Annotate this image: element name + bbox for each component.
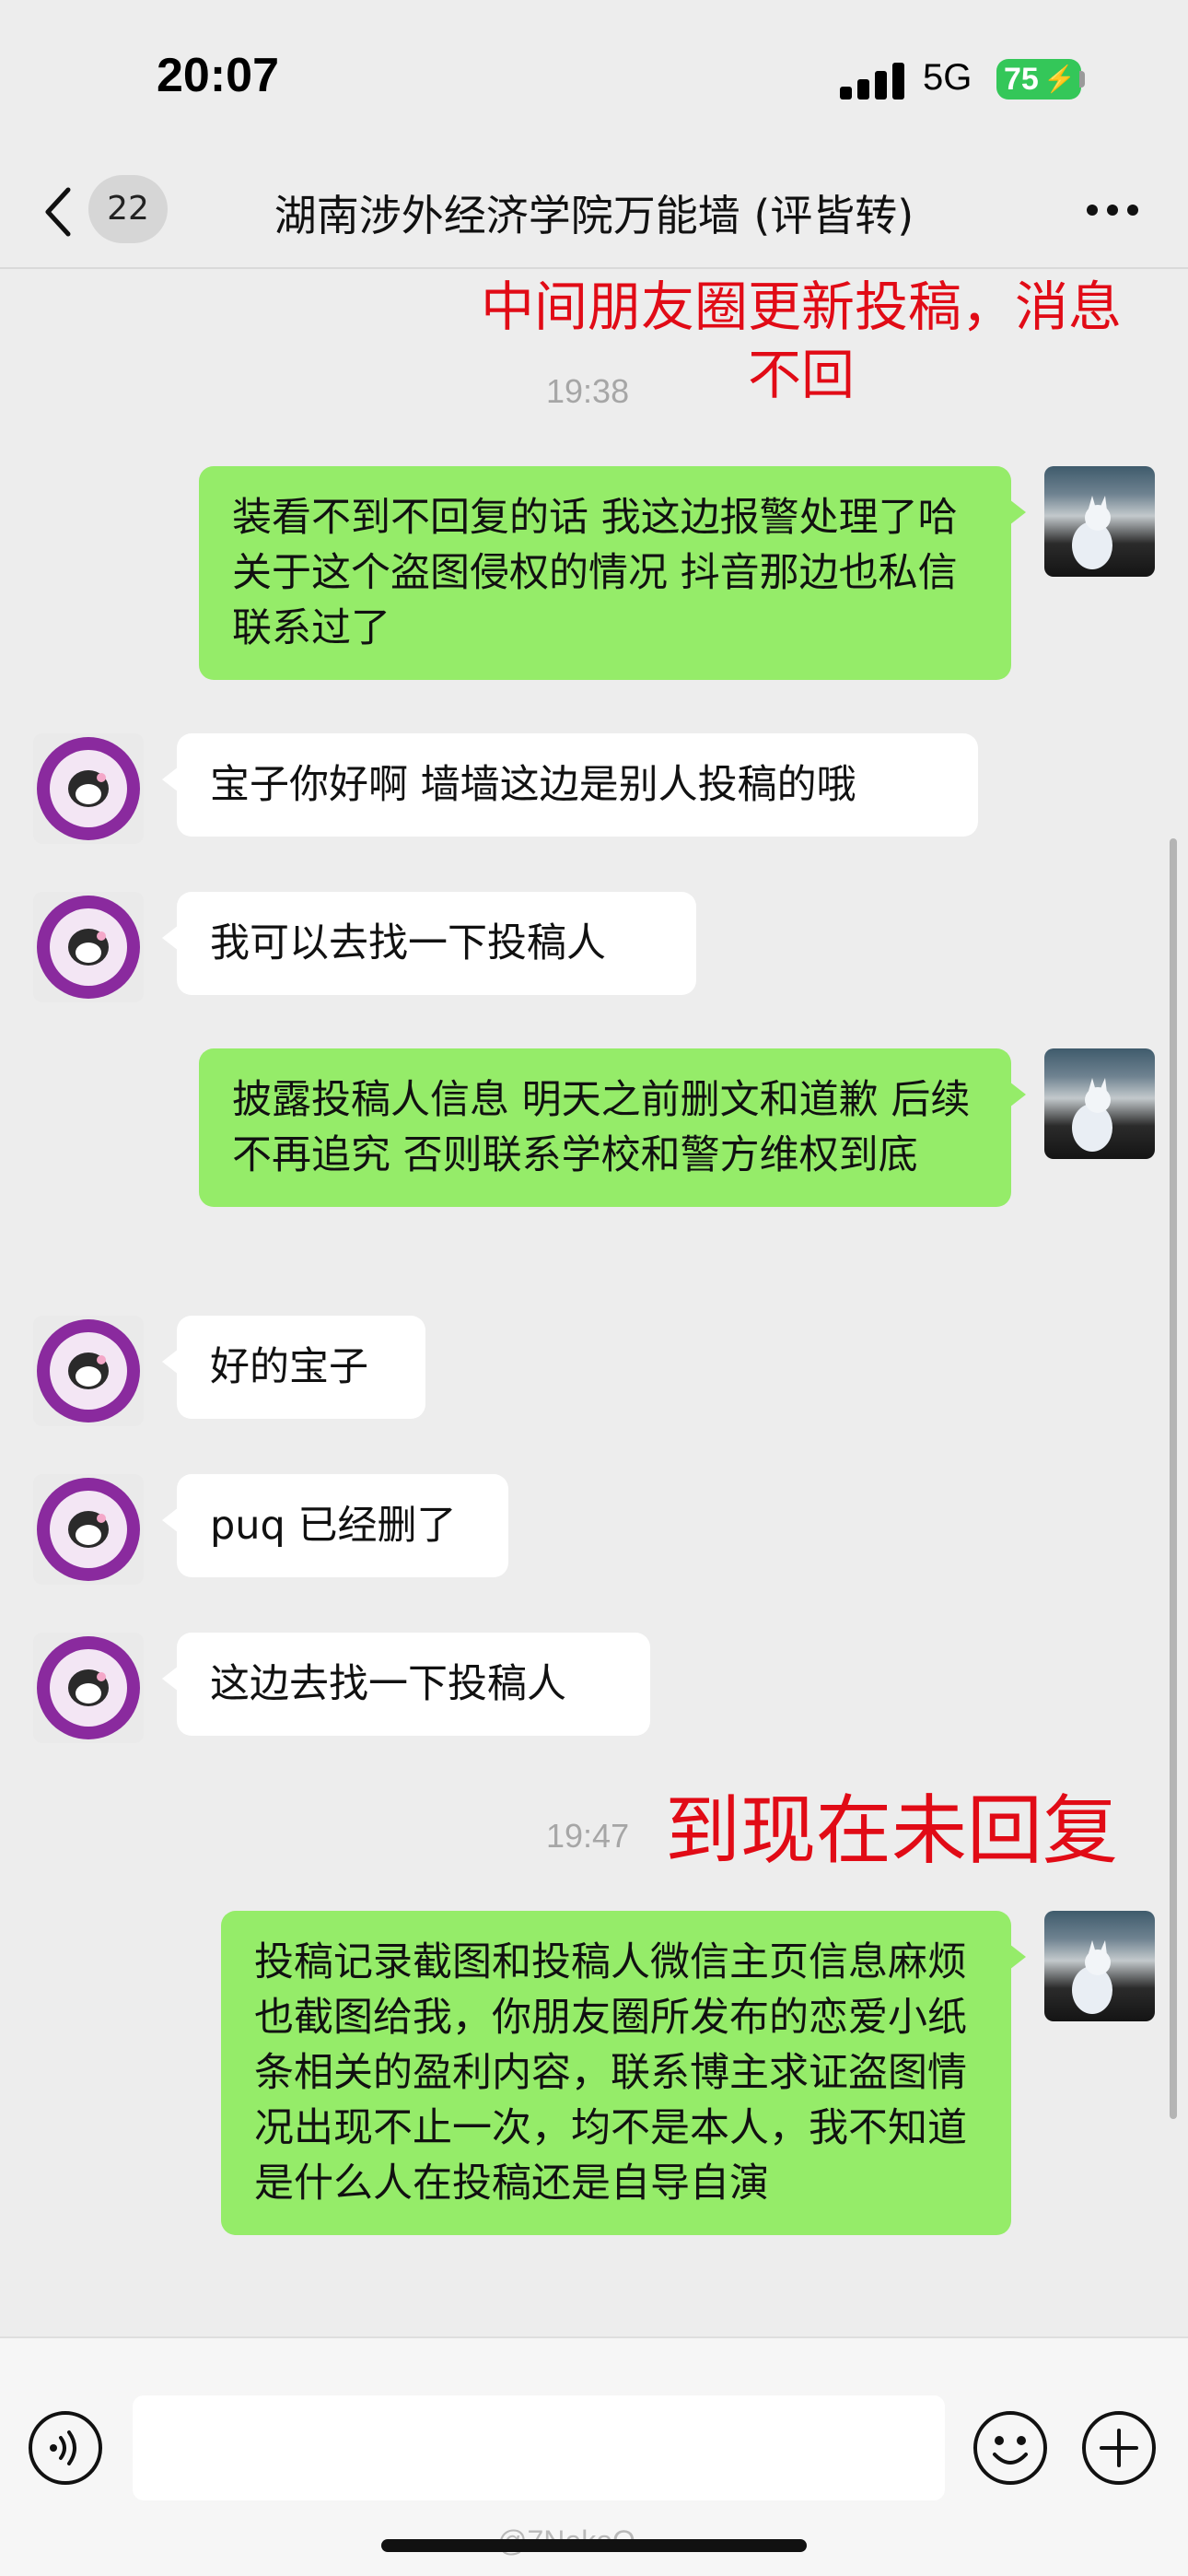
message-bubble-received[interactable]: 宝子你好啊 墙墙这边是别人投稿的哦 — [162, 733, 978, 837]
network-type: 5G — [923, 57, 973, 98]
emoji-icon[interactable] — [973, 2410, 1048, 2486]
message-bubble-received[interactable]: 我可以去找一下投稿人 — [162, 892, 696, 995]
scrollbar[interactable] — [1170, 838, 1177, 2119]
battery-indicator: 75 ⚡ — [996, 59, 1081, 100]
chat-header: 22 湖南涉外经济学院万能墙 (评皆转) — [0, 157, 1188, 269]
message-bubble-received[interactable]: 这边去找一下投稿人 — [162, 1633, 650, 1736]
contact-avatar[interactable] — [33, 1474, 144, 1585]
message-bubble-sent[interactable]: 披露投稿人信息 明天之前删文和道歉 后续不再追究 否则联系学校和警方维权到底 — [199, 1048, 1026, 1207]
message-bubble-received[interactable]: 好的宝子 — [162, 1316, 425, 1419]
message-bubble-received[interactable]: puq 已经删了 — [162, 1474, 508, 1577]
plus-icon[interactable] — [1081, 2410, 1157, 2486]
my-avatar[interactable] — [1044, 466, 1155, 577]
annotation-bottom: 到现在未回复 — [665, 1787, 1119, 1875]
voice-icon[interactable] — [28, 2410, 103, 2486]
more-dots-icon[interactable] — [1087, 205, 1138, 219]
timestamp: 19:38 — [546, 372, 630, 410]
message-bubble-sent[interactable]: 投稿记录截图和投稿人微信主页信息麻烦也截图给我，你朋友圈所发布的恋爱小纸条相关的… — [221, 1911, 1026, 2235]
home-indicator[interactable] — [381, 2539, 807, 2552]
my-avatar[interactable] — [1044, 1048, 1155, 1159]
timestamp: 19:47 — [546, 1817, 630, 1855]
contact-avatar[interactable] — [33, 892, 144, 1002]
battery-level: 75 — [1004, 62, 1039, 97]
status-bar: 20:07 5G 75 ⚡ — [0, 0, 1188, 157]
contact-avatar[interactable] — [33, 733, 144, 844]
signal-icon — [840, 61, 904, 100]
contact-avatar[interactable] — [33, 1316, 144, 1426]
my-avatar[interactable] — [1044, 1911, 1155, 2021]
chat-title: 湖南涉外经济学院万能墙 (评皆转) — [274, 191, 914, 240]
battery-tip — [1079, 71, 1085, 88]
contact-avatar[interactable] — [33, 1633, 144, 1743]
status-time: 20:07 — [157, 49, 279, 102]
unread-count-badge[interactable]: 22 — [88, 175, 168, 243]
charging-icon: ⚡ — [1043, 64, 1076, 93]
chevron-left-icon[interactable] — [41, 184, 77, 240]
message-input[interactable] — [133, 2395, 945, 2500]
message-bubble-sent[interactable]: 装看不到不回复的话 我这边报警处理了哈 关于这个盗图侵权的情况 抖音那边也私信联… — [199, 466, 1026, 680]
